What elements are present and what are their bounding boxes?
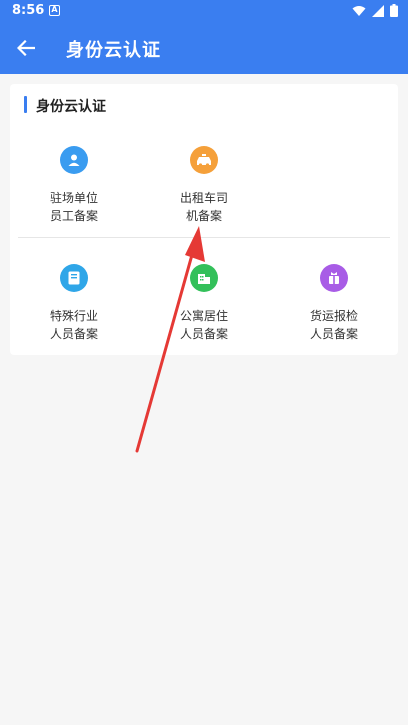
person-icon bbox=[60, 146, 88, 174]
building-icon bbox=[190, 264, 218, 292]
status-bar: 8:56 A bbox=[0, 0, 408, 22]
item-taxi-driver-filing[interactable]: 出租车司 机备案 bbox=[139, 146, 269, 225]
item-apartment-resident-filing[interactable]: 公寓居住 人员备案 bbox=[139, 264, 269, 343]
taxi-icon bbox=[190, 146, 218, 174]
section-accent-bar bbox=[24, 96, 27, 113]
page-title: 身份云认证 bbox=[66, 40, 161, 61]
signal-icon bbox=[372, 4, 384, 17]
wifi-icon bbox=[352, 5, 366, 16]
status-icons bbox=[352, 4, 398, 17]
item-label: 出租车司 机备案 bbox=[179, 191, 228, 223]
package-icon bbox=[320, 264, 348, 292]
item-label: 驻场单位 员工备案 bbox=[49, 191, 98, 223]
item-freight-inspection-filing[interactable]: 货运报检 人员备案 bbox=[269, 264, 399, 343]
notification-icon: A bbox=[49, 5, 60, 16]
arrow-left-icon bbox=[17, 40, 35, 56]
divider bbox=[18, 237, 390, 238]
status-time: 8:56 bbox=[12, 3, 45, 18]
back-button[interactable] bbox=[10, 32, 42, 64]
item-label: 特殊行业 人员备案 bbox=[49, 309, 98, 341]
item-label: 货运报检 人员备案 bbox=[309, 309, 358, 341]
app-bar: 身份云认证 bbox=[0, 22, 408, 74]
book-icon bbox=[60, 264, 88, 292]
battery-icon bbox=[390, 4, 398, 17]
item-label: 公寓居住 人员备案 bbox=[179, 309, 228, 341]
item-resident-employee-filing[interactable]: 驻场单位 员工备案 bbox=[9, 146, 139, 225]
service-card: 身份云认证 驻场单位 员工备案 出租车司 机备案 特殊行业 人员备案 公寓居住 … bbox=[10, 84, 398, 355]
section-title: 身份云认证 bbox=[36, 99, 106, 115]
item-special-industry-filing[interactable]: 特殊行业 人员备案 bbox=[9, 264, 139, 343]
